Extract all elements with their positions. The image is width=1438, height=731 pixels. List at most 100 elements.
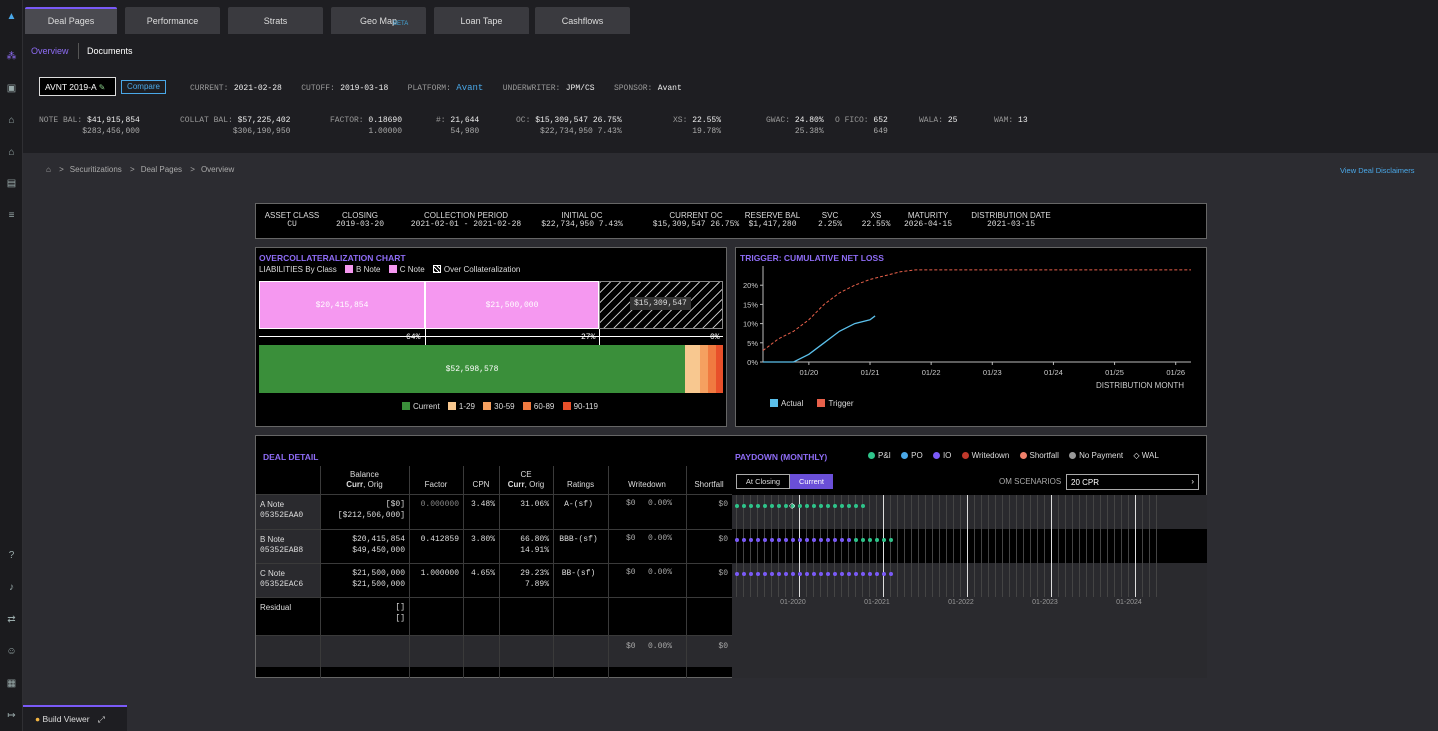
payment-dot[interactable] — [783, 537, 788, 542]
payment-dot[interactable] — [818, 537, 823, 542]
edit-icon[interactable]: ✎ — [99, 83, 106, 92]
om-scenarios-select[interactable]: 20 CPR › — [1066, 474, 1199, 490]
payment-dot[interactable] — [748, 537, 753, 542]
tab-performance[interactable]: Performance — [125, 7, 220, 34]
payment-dot[interactable] — [762, 571, 767, 576]
payment-dot[interactable] — [797, 571, 802, 576]
payment-dot[interactable] — [867, 571, 872, 576]
swap-icon[interactable]: ⇄ — [5, 613, 18, 626]
crumb-overview[interactable]: Overview — [201, 165, 234, 174]
payment-dot[interactable] — [888, 537, 893, 542]
payment-dot[interactable] — [846, 537, 851, 542]
payment-dot[interactable] — [755, 503, 760, 508]
expand-icon[interactable]: ⤢ — [98, 714, 105, 724]
payment-dot[interactable] — [881, 537, 886, 542]
logo-icon[interactable]: ▲ — [5, 10, 18, 23]
deal-selector[interactable]: AVNT 2019-A ✎ — [39, 77, 116, 96]
house-icon[interactable]: ⌂ — [5, 146, 18, 159]
payment-dot[interactable] — [839, 503, 844, 508]
payment-dot[interactable] — [846, 571, 851, 576]
collat-30-59-bar[interactable] — [700, 345, 708, 393]
bell-icon[interactable]: ♪ — [5, 581, 18, 594]
crumb-deal-pages[interactable]: Deal Pages — [141, 165, 182, 174]
deal-disclaimers-link[interactable]: View Deal Disclaimers — [1340, 166, 1414, 175]
current-toggle[interactable]: Current — [790, 474, 833, 489]
tab-cashflows[interactable]: Cashflows — [535, 7, 630, 34]
table-icon[interactable]: ▦ — [5, 677, 18, 690]
collat-90-119-bar[interactable] — [716, 345, 723, 393]
c-note-bar[interactable]: $21,500,000 — [425, 281, 599, 329]
payment-dot[interactable] — [853, 537, 858, 542]
user-icon[interactable]: ☺ — [5, 645, 18, 658]
series-actual[interactable] — [763, 315, 876, 363]
payment-dot[interactable] — [867, 537, 872, 542]
payment-dot[interactable] — [769, 537, 774, 542]
bank-icon[interactable]: ⌂ — [5, 114, 18, 127]
table-row[interactable]: Residual [] [] — [256, 597, 732, 635]
collat-current-bar[interactable]: $52,598,578 — [259, 345, 685, 393]
oc-bar[interactable]: $15,309,547 — [599, 281, 723, 329]
payment-dot[interactable] — [769, 571, 774, 576]
payment-dot[interactable] — [804, 571, 809, 576]
tab-loan-tape[interactable]: Loan Tape — [434, 7, 529, 34]
payment-dot[interactable] — [839, 537, 844, 542]
payment-dot[interactable] — [881, 571, 886, 576]
payment-dot[interactable] — [839, 571, 844, 576]
payment-dot[interactable] — [804, 503, 809, 508]
help-icon[interactable]: ? — [5, 549, 18, 562]
payment-dot[interactable] — [776, 503, 781, 508]
payment-dot[interactable] — [811, 503, 816, 508]
payment-dot[interactable] — [874, 537, 879, 542]
payment-dot[interactable] — [797, 503, 802, 508]
payment-dot[interactable] — [783, 503, 788, 508]
payment-dot[interactable] — [888, 571, 893, 576]
payment-dot[interactable] — [811, 571, 816, 576]
payment-dot[interactable] — [825, 571, 830, 576]
payment-dot[interactable] — [748, 503, 753, 508]
home-icon[interactable]: ⌂ — [46, 165, 51, 174]
payment-dot[interactable] — [832, 503, 837, 508]
payment-dot[interactable] — [818, 503, 823, 508]
collat-1-29-bar[interactable] — [685, 345, 700, 393]
payment-dot[interactable] — [860, 503, 865, 508]
payment-dot[interactable] — [825, 503, 830, 508]
payment-dot[interactable] — [741, 571, 746, 576]
payment-dot[interactable] — [783, 571, 788, 576]
id-card-icon[interactable]: ▤ — [5, 177, 18, 190]
payment-dot[interactable] — [832, 571, 837, 576]
network-icon[interactable]: ⁂ — [5, 50, 18, 63]
payment-dot[interactable] — [832, 537, 837, 542]
payment-dot[interactable] — [811, 537, 816, 542]
b-note-bar[interactable]: $20,415,854 — [259, 281, 425, 329]
payment-dot[interactable] — [755, 537, 760, 542]
payment-dot[interactable] — [860, 571, 865, 576]
payment-dot[interactable] — [776, 537, 781, 542]
table-row[interactable]: A Note 05352EAA0 [$0] [$212,506,000] 0.00000… — [256, 494, 732, 529]
payment-dot[interactable] — [734, 537, 739, 542]
tab-geo-map[interactable]: Geo Map BETA — [331, 7, 426, 34]
platform-link[interactable]: Avant — [456, 83, 483, 93]
collat-60-89-bar[interactable] — [708, 345, 716, 393]
at-closing-toggle[interactable]: At Closing — [736, 474, 790, 489]
payment-dot[interactable] — [860, 537, 865, 542]
payment-dot[interactable] — [769, 503, 774, 508]
table-row[interactable]: C Note 05352EAC6 $21,500,000 $21,500,000 1.0… — [256, 563, 732, 597]
table-row[interactable]: B Note 05352EAB8 $20,415,854 $49,450,000 0.4… — [256, 529, 732, 563]
payment-dot[interactable] — [762, 503, 767, 508]
payment-dot[interactable] — [762, 537, 767, 542]
payment-dot[interactable] — [853, 571, 858, 576]
compare-button[interactable]: Compare — [121, 80, 166, 94]
wal-marker-icon[interactable]: ◇ — [789, 501, 795, 510]
briefcase-icon[interactable]: ▣ — [5, 82, 18, 95]
payment-dot[interactable] — [874, 571, 879, 576]
payment-dot[interactable] — [741, 503, 746, 508]
payment-dot[interactable] — [853, 503, 858, 508]
payment-dot[interactable] — [776, 571, 781, 576]
logout-icon[interactable]: ↦ — [5, 709, 18, 722]
series-trigger[interactable] — [762, 269, 1191, 351]
payment-dot[interactable] — [741, 537, 746, 542]
payment-dot[interactable] — [790, 537, 795, 542]
payment-dot[interactable] — [804, 537, 809, 542]
database-icon[interactable]: ≡ — [5, 209, 18, 222]
payment-dot[interactable] — [790, 571, 795, 576]
